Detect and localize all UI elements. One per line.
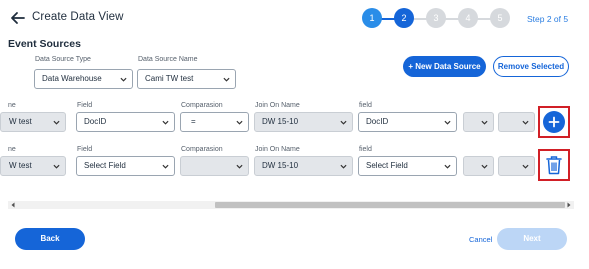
chevron-down-icon [162, 164, 169, 169]
row2-join-select[interactable]: DW 15-10 [254, 156, 353, 176]
chevron-down-icon [481, 164, 488, 169]
row2-field2-label: field [359, 146, 372, 153]
chevron-down-icon [53, 120, 60, 125]
row2-field2-value: Select Field [366, 161, 408, 170]
row2-source-value: W test [9, 161, 32, 170]
chevron-down-icon [522, 164, 529, 169]
row2-join-value: DW 15-10 [262, 161, 299, 170]
row2-comparison-label: Comparasion [181, 146, 223, 153]
row1-join-select[interactable]: DW 15-10 [254, 112, 353, 132]
chevron-down-icon [340, 164, 347, 169]
chevron-down-icon [481, 120, 488, 125]
row1-name-label: ne [8, 102, 16, 109]
add-row-button[interactable] [543, 111, 565, 133]
data-source-name-label: Data Source Name [138, 56, 198, 63]
new-data-source-button[interactable]: + New Data Source [403, 56, 486, 77]
row1-source-value: W test [9, 117, 32, 126]
data-source-type-label: Data Source Type [35, 56, 91, 63]
row1-extra-select-1[interactable] [463, 112, 494, 132]
chevron-down-icon [522, 120, 529, 125]
horizontal-scrollbar[interactable] [8, 201, 574, 209]
plus-icon [548, 116, 560, 128]
chevron-down-icon [444, 164, 451, 169]
chevron-down-icon [162, 120, 169, 125]
row2-field-select[interactable]: Select Field [76, 156, 175, 176]
row2-source-select[interactable]: W test [0, 156, 66, 176]
row1-comparison-select[interactable]: = [180, 112, 249, 132]
scroll-right-icon[interactable] [566, 202, 572, 208]
step-connector [404, 18, 500, 20]
row2-field-value: Select Field [84, 161, 126, 170]
chevron-down-icon [236, 120, 243, 125]
row1-join-value: DW 15-10 [262, 117, 299, 126]
next-button[interactable]: Next [497, 228, 567, 250]
row1-join-label: Join On Name [255, 102, 300, 109]
row1-extra-select-2[interactable] [498, 112, 535, 132]
cancel-link[interactable]: Cancel [469, 235, 492, 244]
row1-field-select[interactable]: DocID [76, 112, 175, 132]
row1-field2-value: DocID [366, 117, 389, 126]
step-2[interactable]: 2 [394, 8, 414, 28]
data-source-type-select[interactable]: Data Warehouse [34, 69, 133, 89]
step-5[interactable]: 5 [490, 8, 510, 28]
step-4[interactable]: 4 [458, 8, 478, 28]
step-1[interactable]: 1 [362, 8, 382, 28]
remove-selected-button[interactable]: Remove Selected [493, 56, 569, 77]
row1-field2-label: field [359, 102, 372, 109]
chevron-down-icon [223, 77, 230, 82]
step-indicator: Step 2 of 5 [527, 14, 569, 24]
row2-field-label: Field [77, 146, 93, 153]
scroll-left-icon[interactable] [10, 202, 16, 208]
row1-comparison-value: = [191, 117, 196, 126]
row1-field-label: Field [77, 102, 93, 109]
row2-extra-select-1[interactable] [463, 156, 494, 176]
data-source-name-select[interactable]: Cami TW test [137, 69, 236, 89]
row2-field2-select[interactable]: Select Field [358, 156, 457, 176]
row1-field-value: DocID [84, 117, 107, 126]
row2-extra-select-2[interactable] [498, 156, 535, 176]
back-arrow-icon[interactable] [8, 8, 28, 28]
section-title: Event Sources [8, 38, 81, 50]
row2-join-label: Join On Name [255, 146, 300, 153]
chevron-down-icon [236, 164, 243, 169]
data-source-type-value: Data Warehouse [42, 74, 102, 83]
chevron-down-icon [444, 120, 451, 125]
row1-comparison-label: Comparasion [181, 102, 223, 109]
step-3[interactable]: 3 [426, 8, 446, 28]
back-button[interactable]: Back [15, 228, 85, 250]
row1-source-select[interactable]: W test [0, 112, 66, 132]
chevron-down-icon [340, 120, 347, 125]
trash-icon[interactable] [544, 154, 564, 176]
chevron-down-icon [120, 77, 127, 82]
data-source-name-value: Cami TW test [145, 74, 194, 83]
row2-name-label: ne [8, 146, 16, 153]
row2-comparison-select[interactable] [180, 156, 249, 176]
page-title: Create Data View [32, 11, 124, 23]
scrollbar-thumb[interactable] [215, 202, 565, 208]
stepper: 1 2 3 4 5 [362, 8, 512, 30]
row1-field2-select[interactable]: DocID [358, 112, 457, 132]
chevron-down-icon [53, 164, 60, 169]
